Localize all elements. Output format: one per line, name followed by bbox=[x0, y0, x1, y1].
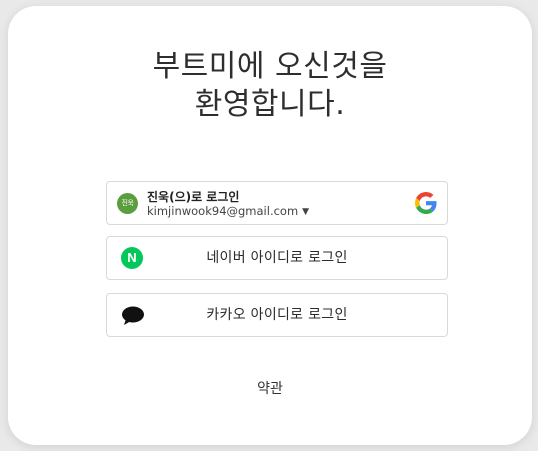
account-name-label: 진욱(으)로 로그인 bbox=[147, 190, 240, 204]
account-email-text: kimjinwook94@gmail.com bbox=[147, 204, 299, 218]
naver-login-button[interactable]: N 네이버 아이디로 로그인 bbox=[106, 236, 448, 280]
kakao-login-button[interactable]: 카카오 아이디로 로그인 bbox=[106, 293, 448, 337]
account-email: kimjinwook94@gmail.com ▼ bbox=[147, 204, 309, 218]
login-modal: 부트미에 오신것을 환영합니다. 진욱 진욱(으)로 로그인 kimjinwoo… bbox=[8, 6, 532, 445]
title-line-2: 환영합니다. bbox=[194, 87, 346, 122]
title-line-1: 부트미에 오신것을 bbox=[152, 49, 388, 84]
google-logo-icon bbox=[415, 192, 437, 214]
terms-link[interactable]: 약관 bbox=[8, 378, 532, 398]
google-account-login-button[interactable]: 진욱 진욱(으)로 로그인 kimjinwook94@gmail.com ▼ bbox=[106, 181, 448, 225]
kakao-login-label: 카카오 아이디로 로그인 bbox=[206, 307, 348, 323]
page-title: 부트미에 오신것을 환영합니다. bbox=[8, 48, 532, 124]
chevron-down-icon[interactable]: ▼ bbox=[302, 207, 309, 217]
naver-login-label: 네이버 아이디로 로그인 bbox=[206, 250, 348, 266]
avatar: 진욱 bbox=[117, 193, 138, 214]
